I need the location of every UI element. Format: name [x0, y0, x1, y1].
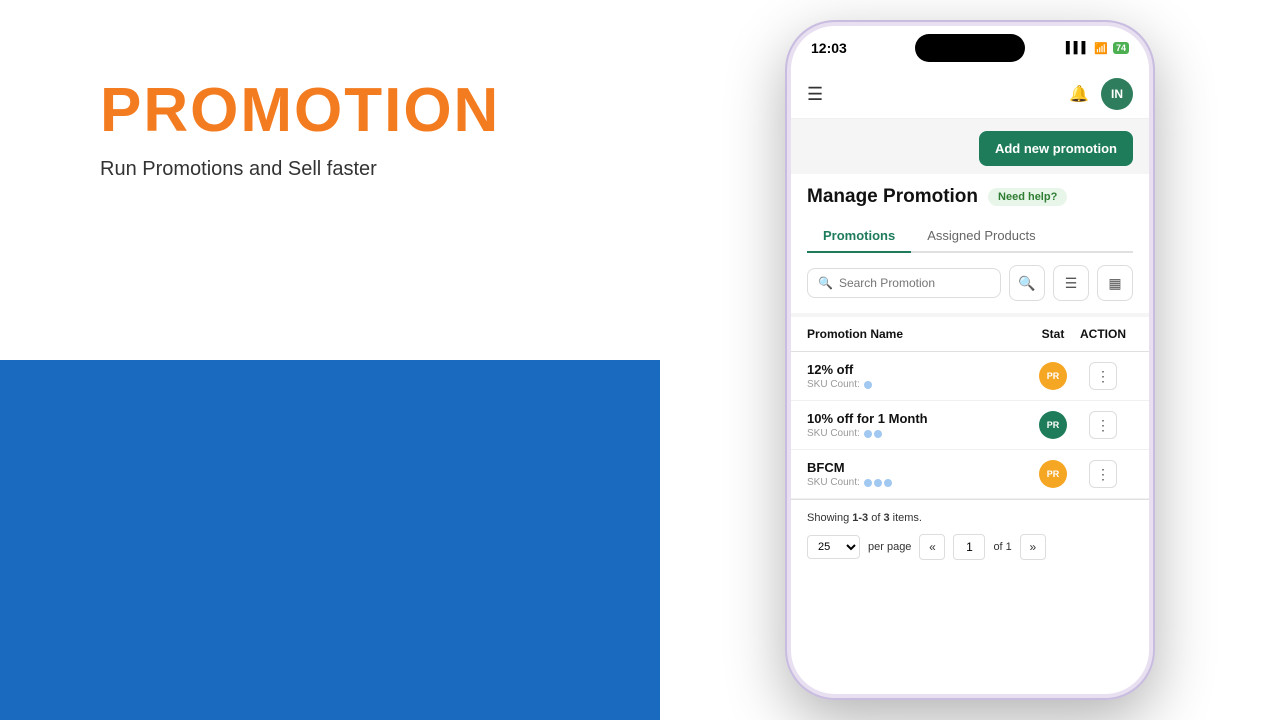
sku-info: SKU Count:	[807, 428, 1033, 439]
sku-dots	[864, 430, 882, 438]
user-avatar[interactable]: IN	[1101, 78, 1133, 110]
search-icon: 🔍	[818, 276, 833, 290]
pagination-row: 25 50 100 per page « of 1 »	[807, 534, 1133, 560]
row-action[interactable]: ⋮	[1073, 362, 1133, 390]
promo-name: BFCM	[807, 460, 1033, 475]
search-input-wrap[interactable]: 🔍	[807, 268, 1001, 298]
row-status: PR	[1033, 460, 1073, 488]
header-right: 🔔 IN	[1069, 78, 1133, 110]
table-row: 10% off for 1 Month SKU Count: PR	[791, 401, 1149, 450]
page-prev-button[interactable]: «	[919, 534, 945, 560]
search-button[interactable]: 🔍	[1009, 265, 1045, 301]
page-next-button[interactable]: »	[1020, 534, 1046, 560]
status-badge: PR	[1039, 460, 1067, 488]
row-action[interactable]: ⋮	[1073, 411, 1133, 439]
promo-title: PROMOTION	[100, 80, 600, 142]
left-panel-blue-bg	[0, 360, 660, 720]
sku-dots	[864, 381, 872, 389]
app-header: ☰ 🔔 IN	[791, 70, 1149, 119]
sku-dot	[864, 381, 872, 389]
manage-title: Manage Promotion	[807, 186, 978, 208]
right-panel: 12:03 ▌▌▌ 📶 74 ☰ 🔔 IN	[660, 0, 1280, 720]
promo-name: 12% off	[807, 362, 1033, 377]
search-input[interactable]	[839, 276, 990, 290]
promo-subtitle: Run Promotions and Sell faster	[100, 158, 600, 181]
status-badge: PR	[1039, 362, 1067, 390]
status-badge: PR	[1039, 411, 1067, 439]
row-info: BFCM SKU Count:	[807, 460, 1033, 488]
filter-icon-button[interactable]: ☰	[1053, 265, 1089, 301]
per-page-select[interactable]: 25 50 100	[807, 535, 860, 559]
sku-dot	[864, 479, 872, 487]
sku-info: SKU Count:	[807, 379, 1033, 390]
row-status: PR	[1033, 362, 1073, 390]
row-info: 10% off for 1 Month SKU Count:	[807, 411, 1033, 439]
manage-header: Manage Promotion Need help?	[807, 186, 1133, 208]
row-action[interactable]: ⋮	[1073, 460, 1133, 488]
sku-info: SKU Count:	[807, 477, 1033, 488]
col-header-name: Promotion Name	[807, 327, 1033, 341]
add-new-promotion-button[interactable]: Add new promotion	[979, 131, 1133, 166]
promotions-table: Promotion Name Stat ACTION 12% off SKU C…	[791, 317, 1149, 499]
action-menu-button[interactable]: ⋮	[1089, 411, 1117, 439]
showing-text: Showing 1-3 of 3 items.	[807, 512, 1133, 524]
bell-icon[interactable]: 🔔	[1069, 84, 1089, 104]
per-page-label: per page	[868, 541, 911, 553]
left-panel: PROMOTION Run Promotions and Sell faster	[0, 0, 660, 720]
sku-dot	[874, 479, 882, 487]
phone-frame: 12:03 ▌▌▌ 📶 74 ☰ 🔔 IN	[785, 20, 1155, 700]
manage-section: Manage Promotion Need help? Promotions A…	[791, 174, 1149, 253]
table-header: Promotion Name Stat ACTION	[791, 317, 1149, 352]
tab-promotions[interactable]: Promotions	[807, 220, 911, 253]
need-help-badge[interactable]: Need help?	[988, 188, 1067, 206]
status-time: 12:03	[811, 40, 847, 56]
sku-dots	[864, 479, 892, 487]
of-label: of 1	[993, 541, 1011, 553]
phone-screen: 12:03 ▌▌▌ 📶 74 ☰ 🔔 IN	[791, 26, 1149, 694]
search-row: 🔍 🔍 ☰ ▦	[807, 265, 1133, 301]
sku-dot	[884, 479, 892, 487]
content-area: Add new promotion Manage Promotion Need …	[791, 119, 1149, 572]
battery-badge: 74	[1113, 42, 1129, 54]
status-bar: 12:03 ▌▌▌ 📶 74	[791, 26, 1149, 70]
search-section: 🔍 🔍 ☰ ▦	[791, 253, 1149, 313]
row-info: 12% off SKU Count:	[807, 362, 1033, 390]
table-row: 12% off SKU Count: PR	[791, 352, 1149, 401]
row-status: PR	[1033, 411, 1073, 439]
table-row: BFCM SKU Count: PR	[791, 450, 1149, 499]
top-section: Add new promotion	[791, 119, 1149, 166]
columns-icon-button[interactable]: ▦	[1097, 265, 1133, 301]
signal-icon: ▌▌▌	[1066, 42, 1089, 54]
dynamic-island	[915, 34, 1025, 62]
tabs-container: Promotions Assigned Products	[807, 220, 1133, 253]
wifi-icon: 📶	[1094, 42, 1108, 55]
showing-range: 1-3	[852, 512, 868, 524]
col-header-action: ACTION	[1073, 327, 1133, 341]
promo-name: 10% off for 1 Month	[807, 411, 1033, 426]
sku-dot	[874, 430, 882, 438]
status-icons: ▌▌▌ 📶 74	[1066, 42, 1129, 55]
sku-dot	[864, 430, 872, 438]
pagination-section: Showing 1-3 of 3 items. 25 50 100 per pa…	[791, 499, 1149, 572]
action-menu-button[interactable]: ⋮	[1089, 460, 1117, 488]
action-menu-button[interactable]: ⋮	[1089, 362, 1117, 390]
col-header-status: Stat	[1033, 327, 1073, 341]
menu-icon[interactable]: ☰	[807, 84, 823, 105]
page-number-input[interactable]	[953, 534, 985, 560]
tab-assigned-products[interactable]: Assigned Products	[911, 220, 1051, 253]
